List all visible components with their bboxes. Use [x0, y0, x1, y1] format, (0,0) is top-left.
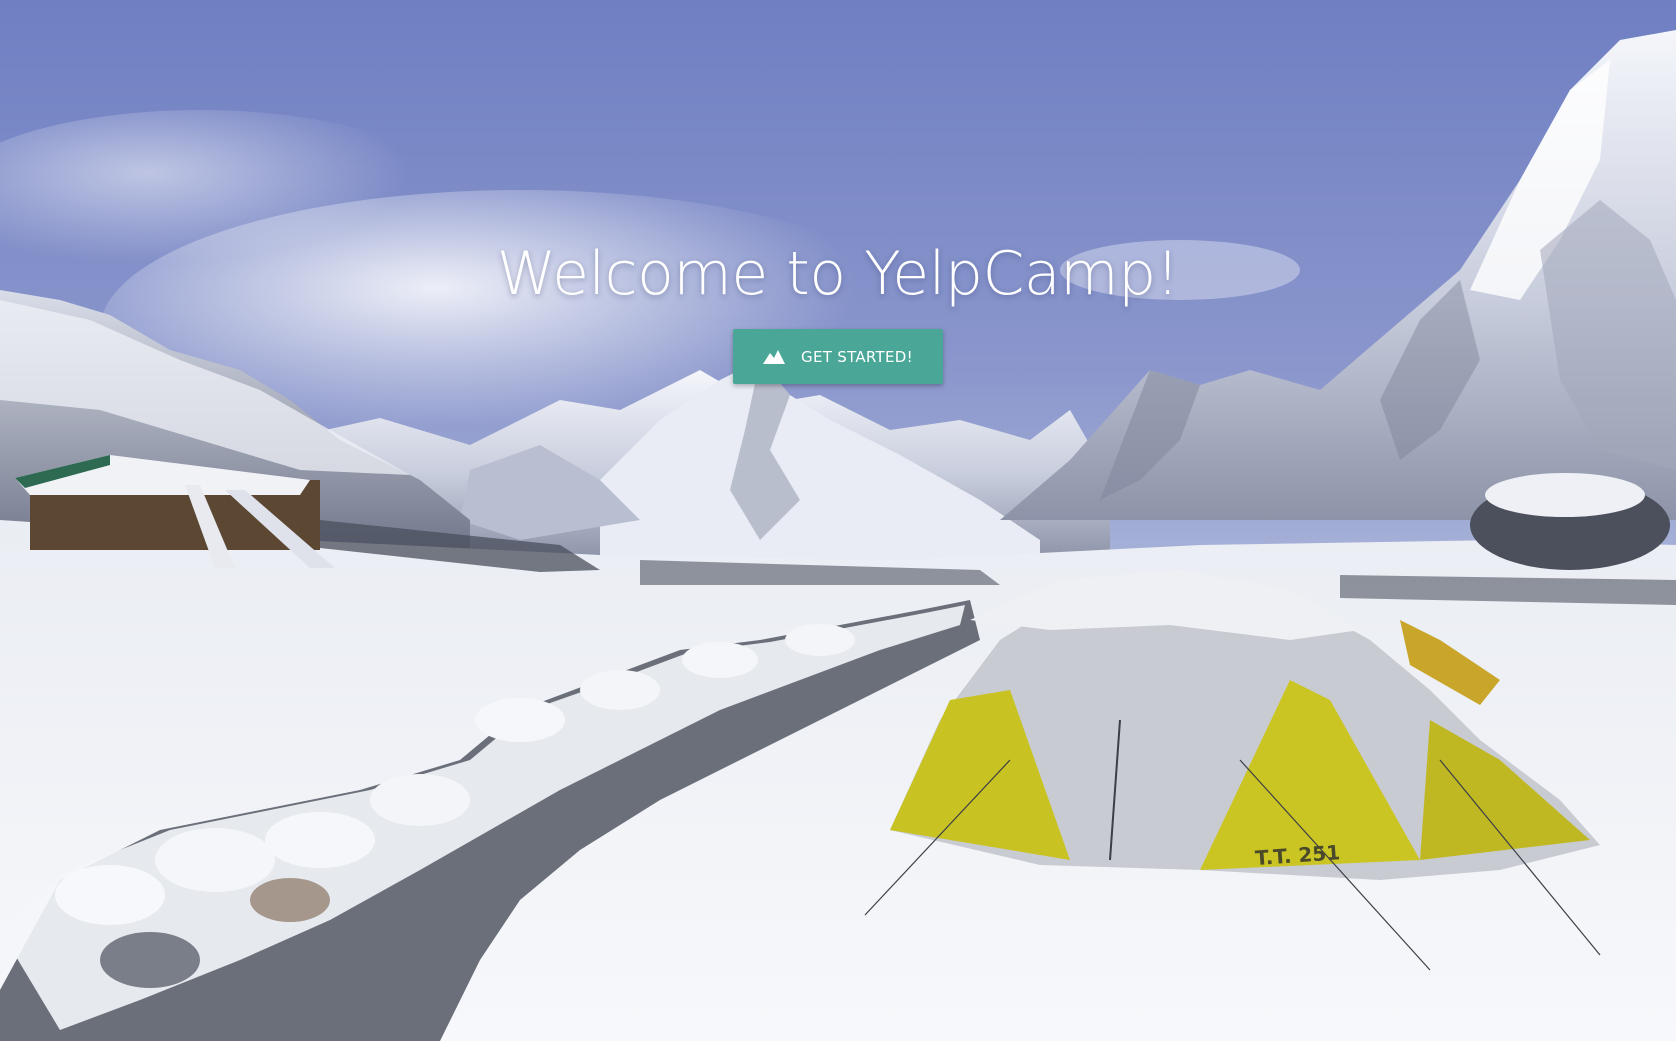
hero-section: Welcome to YelpCamp! GET STARTED! — [0, 240, 1676, 384]
background-photo: T.T. 251 — [0, 0, 1676, 1041]
landing-page: T.T. 251 Welcome to YelpCamp! GET STARTE… — [0, 0, 1676, 1041]
get-started-label: GET STARTED! — [801, 347, 913, 366]
page-title: Welcome to YelpCamp! — [496, 239, 1180, 309]
mountain-icon — [763, 349, 786, 364]
get-started-button[interactable]: GET STARTED! — [733, 329, 943, 384]
